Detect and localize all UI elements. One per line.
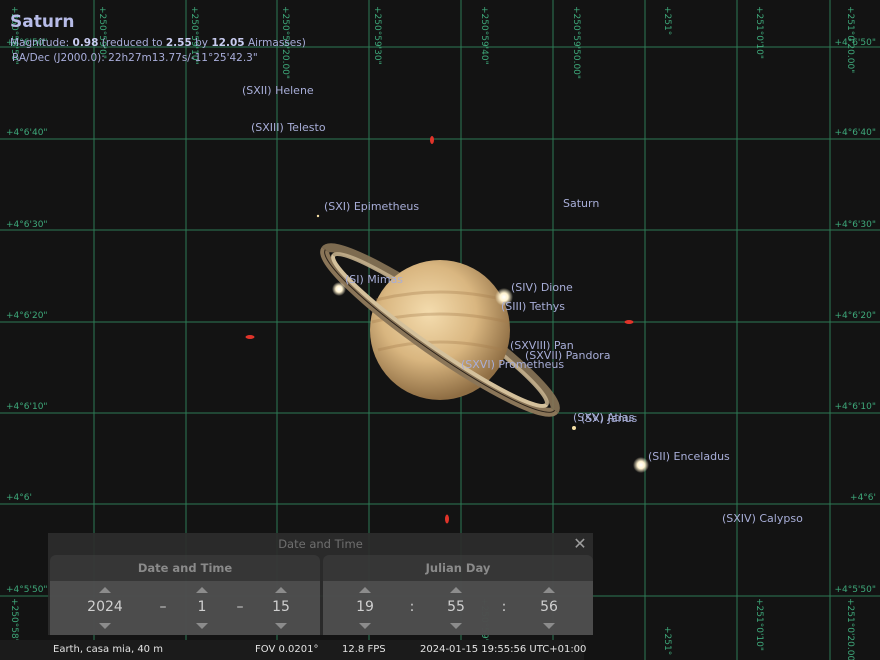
spin-down-icon[interactable] bbox=[99, 623, 111, 629]
label-enceladus: (SII) Enceladus bbox=[648, 450, 730, 463]
time-values: 19 : 55 : 56 bbox=[323, 581, 593, 635]
ra-label: +251°0'10" bbox=[754, 598, 764, 651]
dec-label: +4°6'30" bbox=[834, 220, 876, 230]
spin-down-icon[interactable] bbox=[275, 623, 287, 629]
spin-up-icon[interactable] bbox=[275, 587, 287, 593]
hour-spinbox[interactable]: 19 bbox=[345, 581, 385, 635]
dec-label: +4°6'10" bbox=[6, 402, 48, 412]
magnitude-value: 0.98 bbox=[72, 37, 99, 49]
label-saturn: Saturn bbox=[563, 197, 599, 210]
date-values: 2024 – 1 – 15 bbox=[50, 581, 320, 635]
dec-label: +4°6'10" bbox=[834, 402, 876, 412]
minute-spinbox[interactable]: 55 bbox=[436, 581, 476, 635]
airmass-text: Airmasses) bbox=[247, 37, 306, 49]
label-telesto: (SXIII) Telesto bbox=[251, 121, 326, 134]
reduced-text: (reduced to bbox=[101, 37, 163, 49]
spin-up-icon[interactable] bbox=[196, 587, 208, 593]
spin-down-icon[interactable] bbox=[450, 623, 462, 629]
ra-label: +251°0'20.00" bbox=[845, 598, 855, 660]
month-spinbox[interactable]: 1 bbox=[182, 581, 222, 635]
moon-labels: (SXII) Helene (SXIII) Telesto (SXI) Epim… bbox=[242, 84, 803, 525]
dialog-title: Date and Time bbox=[278, 537, 363, 551]
tab-date-and-time[interactable]: Date and Time bbox=[50, 555, 320, 581]
ra-label: +251° bbox=[662, 6, 672, 35]
moon-atlas bbox=[572, 426, 576, 430]
by-text: by bbox=[195, 37, 209, 49]
time-separator: : bbox=[409, 599, 415, 615]
status-location: Earth, casa mia, 40 m bbox=[53, 644, 163, 655]
tab-julian-day[interactable]: Julian Day bbox=[323, 555, 593, 581]
label-dione: (SIV) Dione bbox=[511, 281, 573, 294]
second-value[interactable]: 56 bbox=[519, 599, 579, 615]
dec-label: +4°6'40" bbox=[6, 128, 48, 138]
spin-down-icon[interactable] bbox=[543, 623, 555, 629]
dec-label: +4°6'30" bbox=[6, 220, 48, 230]
label-helene: (SXII) Helene bbox=[242, 84, 314, 97]
spin-down-icon[interactable] bbox=[359, 623, 371, 629]
date-separator: – bbox=[159, 599, 167, 615]
dec-label: +4°5'50" bbox=[834, 585, 876, 595]
ra-label: +250°59'30" bbox=[372, 6, 382, 65]
moon-enceladus bbox=[633, 457, 649, 473]
label-epimetheus: (SXI) Epimetheus bbox=[324, 200, 419, 213]
spin-down-icon[interactable] bbox=[196, 623, 208, 629]
close-icon[interactable]: ✕ bbox=[571, 533, 589, 555]
reduced-value: 2.55 bbox=[165, 37, 192, 49]
dec-label: +4°6' bbox=[850, 493, 876, 503]
status-datetime: 2024-01-15 19:55:56 UTC+01:00 bbox=[420, 644, 587, 655]
spin-up-icon[interactable] bbox=[450, 587, 462, 593]
day-value[interactable]: 15 bbox=[251, 599, 311, 615]
saturn-planet[interactable] bbox=[313, 232, 568, 429]
spin-up-icon[interactable] bbox=[99, 587, 111, 593]
dec-label: +4°6'20" bbox=[6, 311, 48, 321]
hour-value[interactable]: 19 bbox=[335, 599, 395, 615]
dec-label: +4°6'20" bbox=[834, 311, 876, 321]
date-time-dialog[interactable]: Date and Time ✕ Date and Time 2024 – 1 –… bbox=[48, 533, 593, 635]
year-spinbox[interactable]: 2024 bbox=[85, 581, 125, 635]
spin-up-icon[interactable] bbox=[543, 587, 555, 593]
ra-label: +250°59'40" bbox=[479, 6, 489, 65]
magnitude-line: Magnitude: 0.98 (reduced to 2.55 by 12.0… bbox=[10, 36, 306, 51]
date-separator: – bbox=[236, 599, 244, 615]
ra-label: +250°59'50.00" bbox=[571, 6, 581, 79]
airmass-value: 12.05 bbox=[211, 37, 245, 49]
label-prometheus: (SXVI) Prometheus bbox=[461, 358, 564, 371]
day-spinbox[interactable]: 15 bbox=[261, 581, 301, 635]
label-tethys: (SIII) Tethys bbox=[501, 300, 565, 313]
year-value[interactable]: 2024 bbox=[75, 599, 135, 615]
label-janus: (SX) Janus bbox=[581, 412, 638, 425]
object-info: Saturn Magnitude: 0.98 (reduced to 2.55 … bbox=[10, 12, 306, 66]
time-separator: : bbox=[501, 599, 507, 615]
status-bar: Earth, casa mia, 40 m FOV 0.0201° 12.8 F… bbox=[0, 640, 587, 660]
label-mimas: (SI) Mimas bbox=[345, 273, 403, 286]
dec-label: +4°6' bbox=[6, 493, 32, 503]
red-star bbox=[445, 514, 449, 524]
status-fov: FOV 0.0201° bbox=[255, 644, 319, 655]
minute-value[interactable]: 55 bbox=[426, 599, 486, 615]
dialog-titlebar[interactable]: Date and Time ✕ bbox=[48, 533, 593, 555]
ra-label: +251° bbox=[662, 626, 672, 655]
second-spinbox[interactable]: 56 bbox=[529, 581, 569, 635]
dec-label: +4°5'50" bbox=[6, 585, 48, 595]
red-star bbox=[245, 335, 255, 339]
label-calypso: (SXIV) Calypso bbox=[722, 512, 803, 525]
month-value[interactable]: 1 bbox=[172, 599, 232, 615]
ra-label: +251°0'20.00" bbox=[845, 6, 855, 73]
ra-label: +251°0'10" bbox=[754, 6, 764, 59]
magnitude-label: Magnitude: bbox=[10, 37, 70, 49]
red-star bbox=[624, 320, 634, 324]
red-star bbox=[430, 136, 434, 144]
date-panel: Date and Time 2024 – 1 – 15 bbox=[50, 555, 320, 635]
julian-panel: Julian Day 19 : 55 : 56 bbox=[323, 555, 593, 635]
dec-label: +4°6'40" bbox=[834, 128, 876, 138]
status-fps: 12.8 FPS bbox=[342, 644, 386, 655]
moon-mimas bbox=[332, 282, 346, 296]
moon-epimetheus bbox=[316, 214, 320, 218]
object-name: Saturn bbox=[10, 12, 75, 32]
radec-line: RA/Dec (J2000.0): 22h27m13.77s/-11°25'42… bbox=[12, 52, 258, 64]
spin-up-icon[interactable] bbox=[359, 587, 371, 593]
